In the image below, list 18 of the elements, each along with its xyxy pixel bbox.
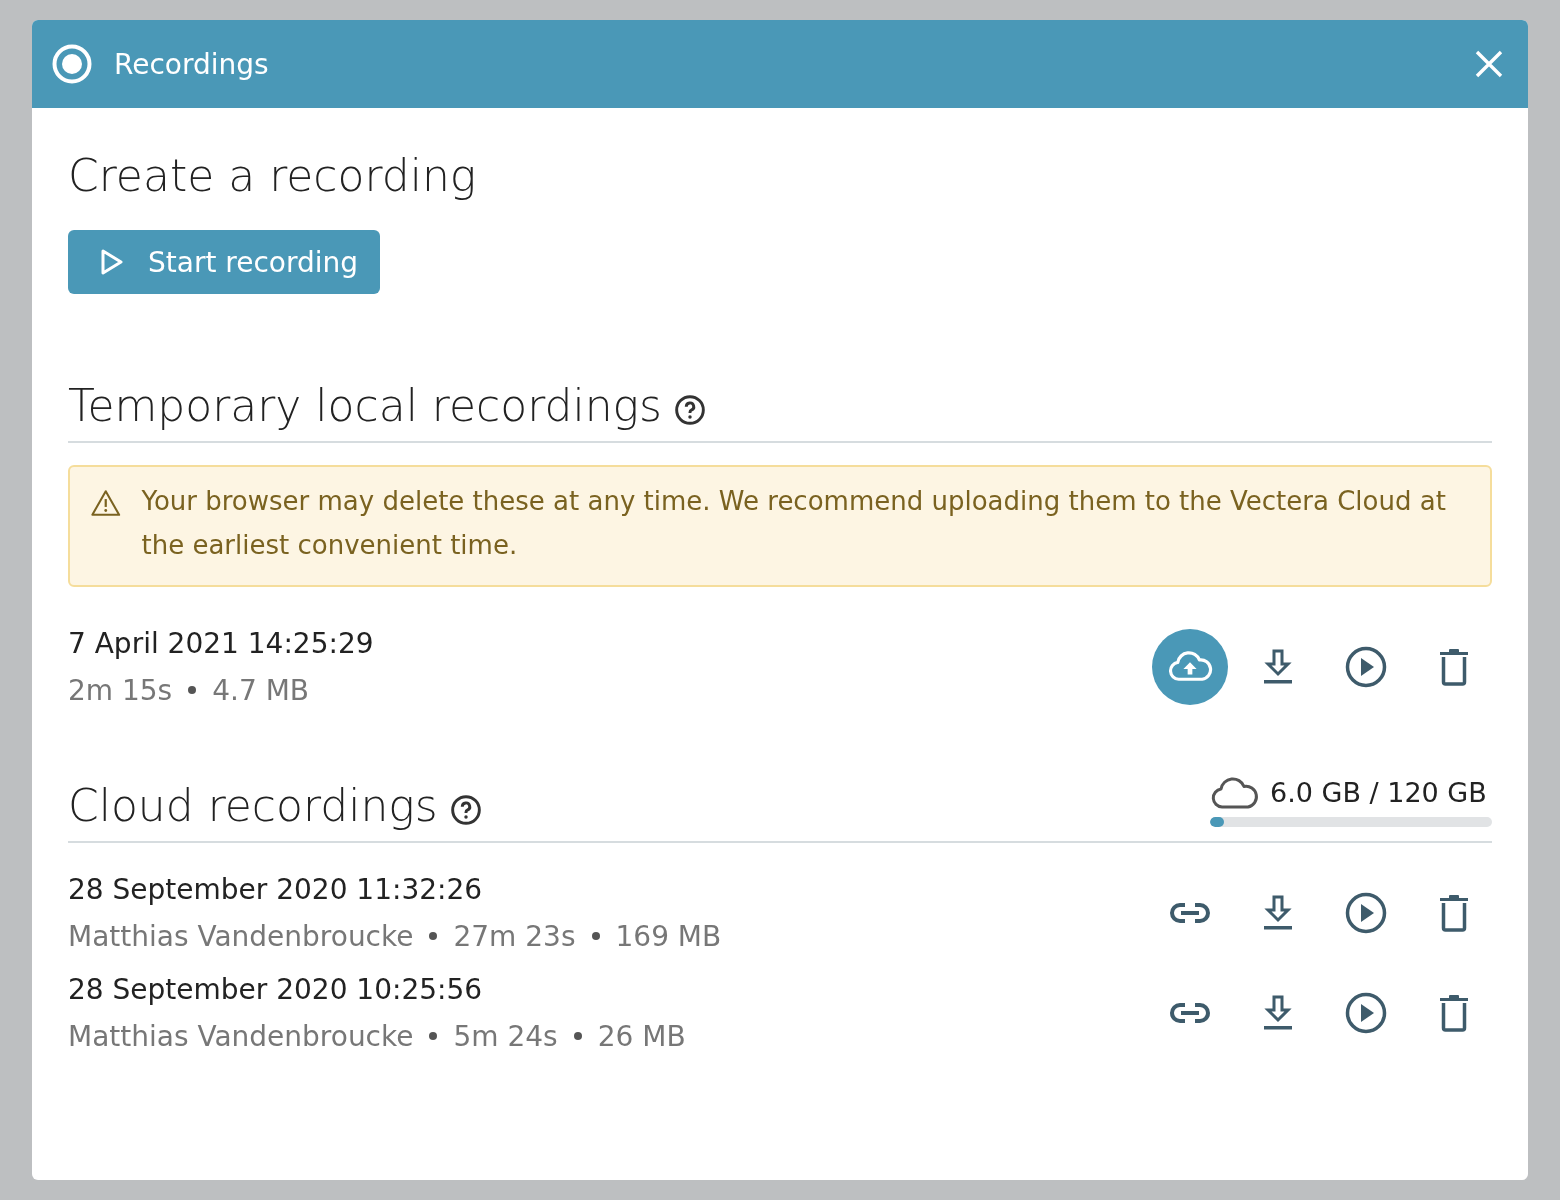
recording-detail: 4.7 MB <box>212 673 309 707</box>
recording-detail: 27m 23s <box>453 919 576 953</box>
recording-title: 7 April 2021 14:25:29 <box>68 626 374 660</box>
recording-detail: Matthias Vandenbroucke <box>68 1019 414 1053</box>
warning-text: Your browser may delete these at any time. We recommend uploading them to the Vectera Cloud at the earliest convenient time. <box>141 484 1447 562</box>
section-heading: Temporary local recordings <box>68 382 662 431</box>
dialog-title: Recordings <box>114 47 270 81</box>
recording-title: 28 September 2020 11:32:26 <box>68 872 484 906</box>
section-heading: Create a recording <box>68 152 478 201</box>
recording-detail: 169 MB <box>615 919 722 953</box>
recording-title: 28 September 2020 10:25:56 <box>68 972 484 1006</box>
start-recording-button[interactable]: Start recording <box>68 230 381 295</box>
recording-detail: 2m 15s <box>68 673 173 707</box>
recording-detail: 26 MB <box>597 1019 686 1053</box>
section-heading: Cloud recordings <box>68 782 438 831</box>
storage-reading: 6.0 GB / 120 GB <box>1270 777 1487 809</box>
recording-detail: 5m 24s <box>453 1019 558 1053</box>
recording-detail: Matthias Vandenbroucke <box>68 919 414 953</box>
